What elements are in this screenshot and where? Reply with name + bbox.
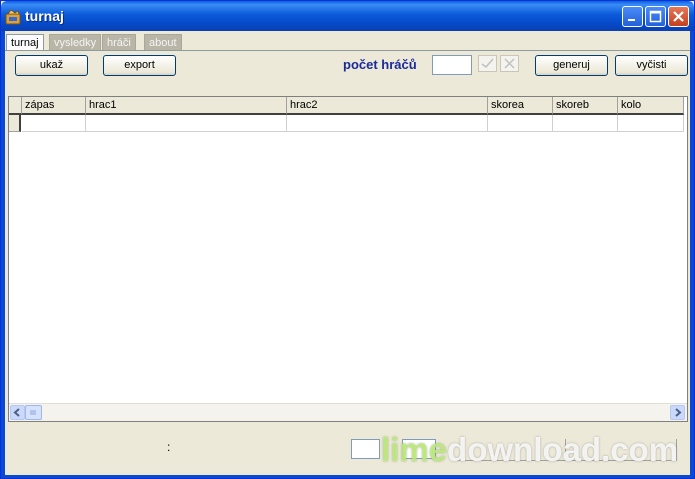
scroll-left-button[interactable] — [10, 405, 25, 420]
checkmark-icon — [481, 58, 494, 69]
table-cell[interactable] — [618, 115, 684, 132]
column-header-kolo[interactable]: kolo — [618, 97, 684, 115]
chevron-left-icon — [13, 408, 20, 417]
watermark-logo: limedownload.com — [381, 431, 678, 469]
column-header-hrac2[interactable]: hrac2 — [287, 97, 488, 115]
table-cell[interactable] — [488, 115, 553, 132]
window-frame-left — [1, 31, 5, 478]
watermark-part-lime: lime — [381, 431, 448, 468]
column-header-hrac1[interactable]: hrac1 — [86, 97, 287, 115]
table-cell[interactable] — [86, 115, 287, 132]
title-bar[interactable]: turnaj — [1, 1, 694, 31]
window-frame-right — [690, 31, 694, 478]
app-icon — [5, 9, 21, 25]
cancel-button[interactable] — [500, 55, 519, 72]
minimize-icon — [628, 19, 635, 21]
tab-vysledky[interactable]: vysledky — [49, 34, 102, 50]
player-count-input[interactable] — [432, 55, 472, 75]
horizontal-scrollbar[interactable] — [9, 403, 687, 421]
table-cell[interactable] — [553, 115, 618, 132]
clear-button[interactable]: vyčisti — [615, 55, 688, 76]
tab-hraci[interactable]: hráči — [102, 34, 136, 50]
colon-label: : — [167, 440, 171, 454]
export-button[interactable]: export — [103, 55, 176, 76]
main-window: turnaj turnaj vysledky hráči about ukaž … — [0, 0, 695, 479]
confirm-button[interactable] — [478, 55, 497, 72]
maximize-button[interactable] — [645, 6, 666, 27]
column-header-zapas[interactable]: zápas — [22, 97, 86, 115]
chevron-right-icon — [675, 408, 682, 417]
column-header-skorea[interactable]: skorea — [488, 97, 553, 115]
scroll-right-button[interactable] — [670, 405, 685, 420]
window-frame-bottom — [1, 475, 694, 478]
table-cell[interactable] — [22, 115, 86, 132]
tab-turnaj[interactable]: turnaj — [6, 34, 44, 51]
matches-grid[interactable]: zápas hrac1 hrac2 skorea skoreb kolo — [8, 96, 688, 422]
minimize-button[interactable] — [622, 6, 643, 27]
tab-about[interactable]: about — [144, 34, 182, 50]
watermark-part-download: download.com — [447, 431, 679, 468]
table-cell[interactable] — [287, 115, 488, 132]
footer-input-1[interactable] — [351, 439, 380, 459]
row-header[interactable] — [9, 115, 21, 132]
show-button[interactable]: ukaž — [15, 55, 88, 76]
column-header-skoreb[interactable]: skoreb — [553, 97, 618, 115]
close-icon — [673, 11, 684, 22]
cross-icon — [504, 58, 515, 69]
close-button[interactable] — [668, 6, 689, 27]
scroll-thumb[interactable] — [25, 405, 42, 420]
generate-button[interactable]: generuj — [535, 55, 608, 76]
grip-icon — [30, 410, 36, 415]
maximize-icon — [649, 10, 662, 23]
player-count-label: počet hráčů — [343, 57, 417, 72]
window-title: turnaj — [25, 8, 64, 24]
grid-corner — [9, 97, 22, 115]
tab-panel — [5, 50, 690, 51]
